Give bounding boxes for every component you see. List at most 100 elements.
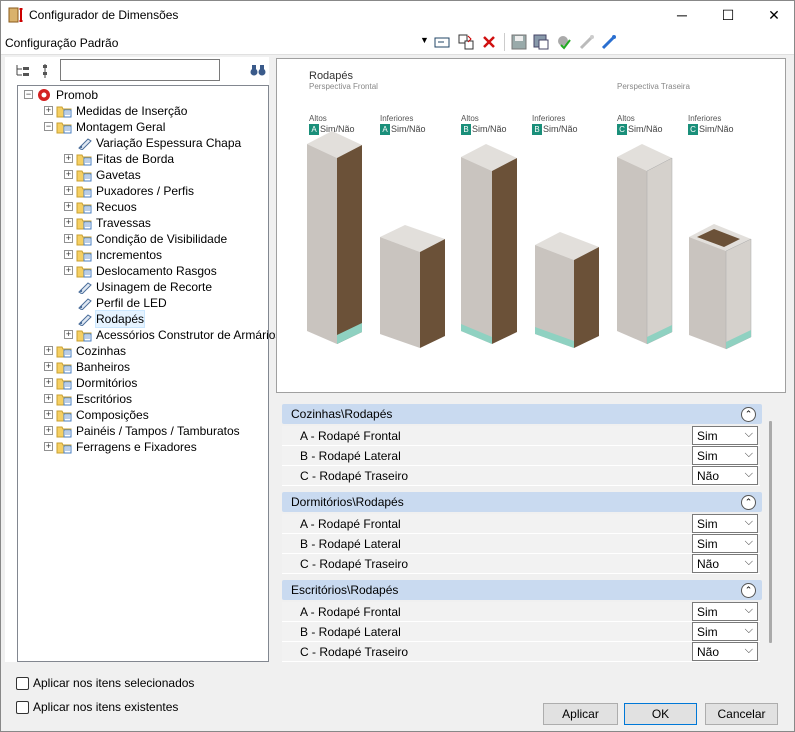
tree-node-label: Composições (76, 408, 149, 422)
config-name[interactable]: Configuração Padrão (5, 36, 118, 50)
collapse-toggle-icon[interactable]: − (44, 122, 53, 131)
tree-node-label: Usinagem de Recorte (96, 280, 213, 294)
expand-toggle-icon[interactable]: + (44, 426, 53, 435)
property-scrollbar[interactable] (769, 421, 772, 643)
collapse-all-icon[interactable] (39, 63, 55, 79)
tree-node[interactable]: + Composições (18, 407, 268, 423)
property-value-select[interactable]: Não ⌵ (692, 554, 758, 573)
chevron-down-icon[interactable]: ⌵ (745, 428, 753, 441)
expand-toggle-icon[interactable]: + (64, 202, 73, 211)
import-icon[interactable] (601, 34, 617, 50)
property-value-select[interactable]: Sim ⌵ (692, 622, 758, 641)
expand-toggle-icon[interactable]: + (64, 186, 73, 195)
property-value-select[interactable]: Sim ⌵ (692, 446, 758, 465)
tree-node-label: Variação Espessura Chapa (96, 136, 242, 150)
tree-node[interactable]: + Ferragens e Fixadores (18, 439, 268, 455)
tree-node[interactable]: + Deslocamento Rasgos (18, 263, 268, 279)
save-as-icon[interactable] (533, 34, 549, 50)
chevron-down-icon[interactable]: ⌵ (745, 624, 753, 637)
expand-toggle-icon[interactable]: + (64, 154, 73, 163)
tree-node[interactable]: Usinagem de Recorte (18, 279, 268, 295)
expand-toggle-icon[interactable]: + (44, 378, 53, 387)
property-value-select[interactable]: Sim ⌵ (692, 426, 758, 445)
apply-existing-checkbox[interactable] (16, 701, 29, 714)
binoculars-search-icon[interactable] (250, 63, 266, 77)
property-value-select[interactable]: Não ⌵ (692, 466, 758, 485)
property-group-header[interactable]: Dormitórios\Rodapés ⌃ (282, 492, 762, 512)
property-value-select[interactable]: Sim ⌵ (692, 534, 758, 553)
chevron-down-icon[interactable]: ⌵ (745, 536, 753, 549)
tree-node[interactable]: + Gavetas (18, 167, 268, 183)
expand-toggle-icon[interactable]: + (64, 170, 73, 179)
tree-node[interactable]: Perfil de LED (18, 295, 268, 311)
expand-toggle-icon[interactable]: + (44, 442, 53, 451)
expand-toggle-icon[interactable]: + (44, 346, 53, 355)
tree-node[interactable]: + Acessórios Construtor de Armários (18, 327, 281, 343)
export-icon[interactable] (579, 34, 595, 50)
property-value-select[interactable]: Sim ⌵ (692, 602, 758, 621)
expand-toggle-icon[interactable]: + (64, 330, 73, 339)
folder-icon (56, 362, 72, 374)
tree-node[interactable]: + Puxadores / Perfis (18, 183, 268, 199)
tree-node[interactable]: + Banheiros (18, 359, 268, 375)
copy-config-icon[interactable] (458, 34, 474, 50)
tree-node[interactable]: + Recuos (18, 199, 268, 215)
minimize-button[interactable]: ─ (659, 1, 705, 29)
expand-toggle-icon[interactable]: + (44, 106, 53, 115)
tree-node[interactable]: − Montagem Geral (18, 119, 268, 135)
close-button[interactable]: ✕ (751, 1, 795, 29)
tree-node[interactable]: − Promob (18, 87, 268, 103)
expand-toggle-icon[interactable]: + (64, 218, 73, 227)
tree-node-label: Medidas de Inserção (76, 104, 188, 118)
maximize-button[interactable]: ☐ (705, 1, 751, 29)
tree-node[interactable]: + Medidas de Inserção (18, 103, 268, 119)
tree-node[interactable]: + Painéis / Tampos / Tamburatos (18, 423, 268, 439)
property-group-header[interactable]: Cozinhas\Rodapés ⌃ (282, 404, 762, 424)
property-group-header[interactable]: Escritórios\Rodapés ⌃ (282, 580, 762, 600)
tree-node[interactable]: + Dormitórios (18, 375, 268, 391)
chevron-down-icon[interactable]: ⌵ (745, 448, 753, 461)
tree-node-label: Rodapés (94, 310, 146, 328)
property-row: B - Rodapé Lateral Sim ⌵ (282, 534, 760, 554)
tree-node-label: Deslocamento Rasgos (96, 264, 217, 278)
tree-node[interactable]: + Travessas (18, 215, 268, 231)
tree-node[interactable]: Rodapés (18, 310, 268, 328)
apply-button[interactable]: Aplicar (543, 703, 618, 725)
expand-toggle-icon[interactable]: + (44, 394, 53, 403)
chevron-down-icon[interactable]: ⌵ (745, 468, 753, 481)
expand-toggle-icon[interactable]: + (44, 410, 53, 419)
tree-node[interactable]: + Escritórios (18, 391, 268, 407)
cancel-button[interactable]: Cancelar (705, 703, 778, 725)
expand-toggle-icon[interactable]: + (44, 362, 53, 371)
ok-button[interactable]: OK (624, 703, 697, 725)
chevron-down-icon[interactable]: ⌵ (745, 644, 753, 657)
tree-search-input[interactable] (60, 59, 220, 81)
expand-toggle-icon[interactable]: + (64, 250, 73, 259)
collapse-group-icon[interactable]: ⌃ (741, 495, 756, 510)
tree-node[interactable]: + Cozinhas (18, 343, 268, 359)
property-value-select[interactable]: Não ⌵ (692, 642, 758, 661)
collapse-group-icon[interactable]: ⌃ (741, 583, 756, 598)
settings-tree[interactable]: − Promob + Medidas de Inserção − Montagem Ger… (17, 85, 281, 662)
expand-toggle-icon[interactable]: + (64, 266, 73, 275)
property-label: A - Rodapé Frontal (300, 517, 401, 531)
save-icon[interactable] (511, 34, 527, 50)
property-value-select[interactable]: Sim ⌵ (692, 514, 758, 533)
apply-settings-icon[interactable] (556, 34, 572, 50)
tree-node[interactable]: + Fitas de Borda (18, 151, 268, 167)
chevron-down-icon[interactable]: ⌵ (745, 556, 753, 569)
rename-icon[interactable] (434, 34, 450, 50)
chevron-down-icon[interactable]: ⌵ (745, 516, 753, 529)
folder-icon (76, 154, 92, 166)
delete-icon[interactable] (481, 34, 497, 50)
apply-selected-checkbox[interactable] (16, 677, 29, 690)
tree-node[interactable]: Variação Espessura Chapa (18, 135, 268, 151)
tree-node[interactable]: + Condição de Visibilidade (18, 231, 268, 247)
expand-all-icon[interactable] (15, 63, 31, 79)
chevron-down-icon[interactable]: ⌵ (745, 604, 753, 617)
tree-node[interactable]: + Incrementos (18, 247, 268, 263)
collapse-group-icon[interactable]: ⌃ (741, 407, 756, 422)
expand-toggle-icon[interactable]: + (64, 234, 73, 243)
config-dropdown-icon[interactable]: ▼ (420, 35, 429, 45)
collapse-toggle-icon[interactable]: − (24, 90, 33, 99)
